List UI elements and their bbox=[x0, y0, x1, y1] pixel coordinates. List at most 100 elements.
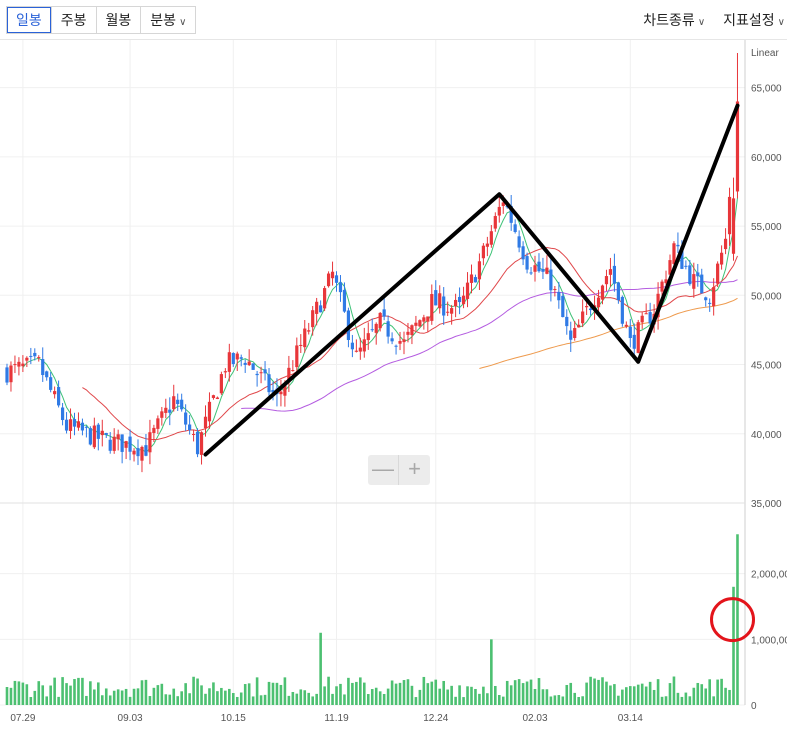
volume-bar bbox=[156, 685, 160, 705]
candle-body bbox=[640, 315, 644, 323]
scale-label: Linear bbox=[751, 48, 779, 59]
candle-body bbox=[517, 236, 521, 248]
candle-body bbox=[374, 323, 378, 333]
candle-body bbox=[279, 391, 283, 395]
candle-body bbox=[672, 243, 676, 264]
volume-bar bbox=[724, 687, 727, 705]
volume-bar bbox=[628, 686, 632, 705]
volume-bar bbox=[410, 685, 414, 705]
candle-body bbox=[469, 274, 474, 283]
candle-body bbox=[80, 422, 85, 431]
candle-body bbox=[255, 373, 259, 376]
volume-bar bbox=[5, 687, 9, 705]
volume-bar bbox=[430, 681, 434, 705]
volume-bar bbox=[394, 683, 398, 705]
candle-body bbox=[156, 418, 160, 429]
candle-body bbox=[608, 269, 613, 275]
price-tick-label: 35,000 bbox=[751, 499, 782, 510]
volume-bar bbox=[386, 688, 390, 705]
volume-bar bbox=[688, 696, 692, 705]
time-tick-label: 09.03 bbox=[118, 713, 143, 724]
ma120-line bbox=[479, 297, 738, 369]
volume-bar bbox=[704, 688, 708, 705]
candle-body bbox=[370, 329, 374, 331]
candle-body bbox=[684, 265, 688, 267]
price-tick-label: 45,000 bbox=[751, 361, 782, 372]
volume-bar bbox=[422, 676, 426, 705]
volume-bar bbox=[65, 683, 68, 705]
time-tick-label: 11.19 bbox=[324, 713, 349, 724]
volume-bar bbox=[529, 679, 533, 705]
candle-body bbox=[128, 436, 132, 452]
volume-bar bbox=[21, 682, 25, 705]
volume-bar bbox=[339, 683, 342, 705]
volume-bar bbox=[478, 693, 481, 705]
volume-bar bbox=[561, 696, 565, 705]
candle-body bbox=[323, 288, 327, 309]
candle-body bbox=[207, 401, 212, 422]
stock-chart[interactable]: Linear 35,000 40,000 45,000 50,000 55,000 60,… bbox=[0, 40, 787, 731]
candle-body bbox=[72, 419, 77, 427]
chart-type-dropdown[interactable]: 차트종류 ∨ bbox=[643, 10, 705, 30]
candle-body bbox=[326, 273, 331, 287]
volume-bar bbox=[589, 676, 592, 705]
volume-bar bbox=[672, 676, 676, 705]
candle-body bbox=[565, 316, 569, 327]
candle-body bbox=[525, 256, 529, 270]
volume-bar bbox=[418, 689, 422, 705]
volume-bar bbox=[85, 695, 88, 705]
tab-minute-label: 분봉 bbox=[150, 12, 177, 28]
volume-bar bbox=[33, 690, 37, 705]
candle-body bbox=[49, 377, 53, 390]
candle-body bbox=[195, 431, 200, 455]
candle-body bbox=[692, 274, 696, 289]
zoom-in-button[interactable]: + bbox=[399, 455, 430, 485]
volume-bar bbox=[291, 691, 295, 705]
indicator-settings-dropdown[interactable]: 지표설정 ∨ bbox=[723, 10, 785, 30]
candle-body bbox=[541, 268, 545, 272]
volume-bar bbox=[656, 679, 660, 705]
volume-bar bbox=[299, 689, 303, 705]
candle-body bbox=[708, 302, 712, 304]
candle-body bbox=[76, 421, 81, 428]
tab-minute[interactable]: 분봉 ∨ bbox=[141, 7, 195, 33]
candle-body bbox=[148, 432, 152, 453]
candle-body bbox=[529, 272, 533, 274]
volume-bar bbox=[569, 682, 573, 705]
volume-bar bbox=[581, 696, 584, 705]
candle-body bbox=[25, 357, 29, 361]
volume-bar bbox=[307, 692, 311, 705]
volume-bar bbox=[406, 679, 410, 705]
volume-bar bbox=[192, 676, 195, 705]
volume-bar bbox=[160, 683, 164, 705]
candle-body bbox=[489, 231, 493, 245]
chevron-down-icon: ∨ bbox=[179, 17, 187, 28]
volume-bar bbox=[184, 683, 187, 705]
volume-bar bbox=[220, 687, 223, 705]
volume-bar bbox=[398, 682, 402, 705]
volume-bar bbox=[708, 679, 711, 705]
candle-body bbox=[430, 294, 434, 321]
volume-bar bbox=[517, 679, 521, 705]
candle-body bbox=[414, 322, 418, 326]
candle-body bbox=[239, 357, 243, 359]
zoom-out-button[interactable]: — bbox=[368, 455, 399, 485]
indicator-label: 지표설정 bbox=[723, 12, 775, 28]
volume-bar bbox=[434, 679, 438, 705]
candle-body bbox=[600, 285, 605, 300]
volume-bar bbox=[720, 678, 723, 705]
candle-body bbox=[104, 432, 108, 435]
candle-body bbox=[203, 416, 208, 429]
volume-bar bbox=[331, 693, 334, 705]
candle-body bbox=[644, 313, 648, 315]
candle-body bbox=[132, 450, 136, 455]
volume-bar bbox=[57, 696, 60, 705]
volume-bar bbox=[374, 687, 378, 705]
tab-monthly[interactable]: 월봉 bbox=[97, 7, 142, 33]
volume-bar bbox=[621, 689, 624, 705]
price-tick-label: 60,000 bbox=[751, 153, 782, 164]
candle-body bbox=[88, 428, 92, 445]
volume-bar bbox=[632, 686, 636, 705]
tab-daily[interactable]: 일봉 bbox=[7, 7, 52, 33]
tab-weekly[interactable]: 주봉 bbox=[52, 7, 97, 33]
